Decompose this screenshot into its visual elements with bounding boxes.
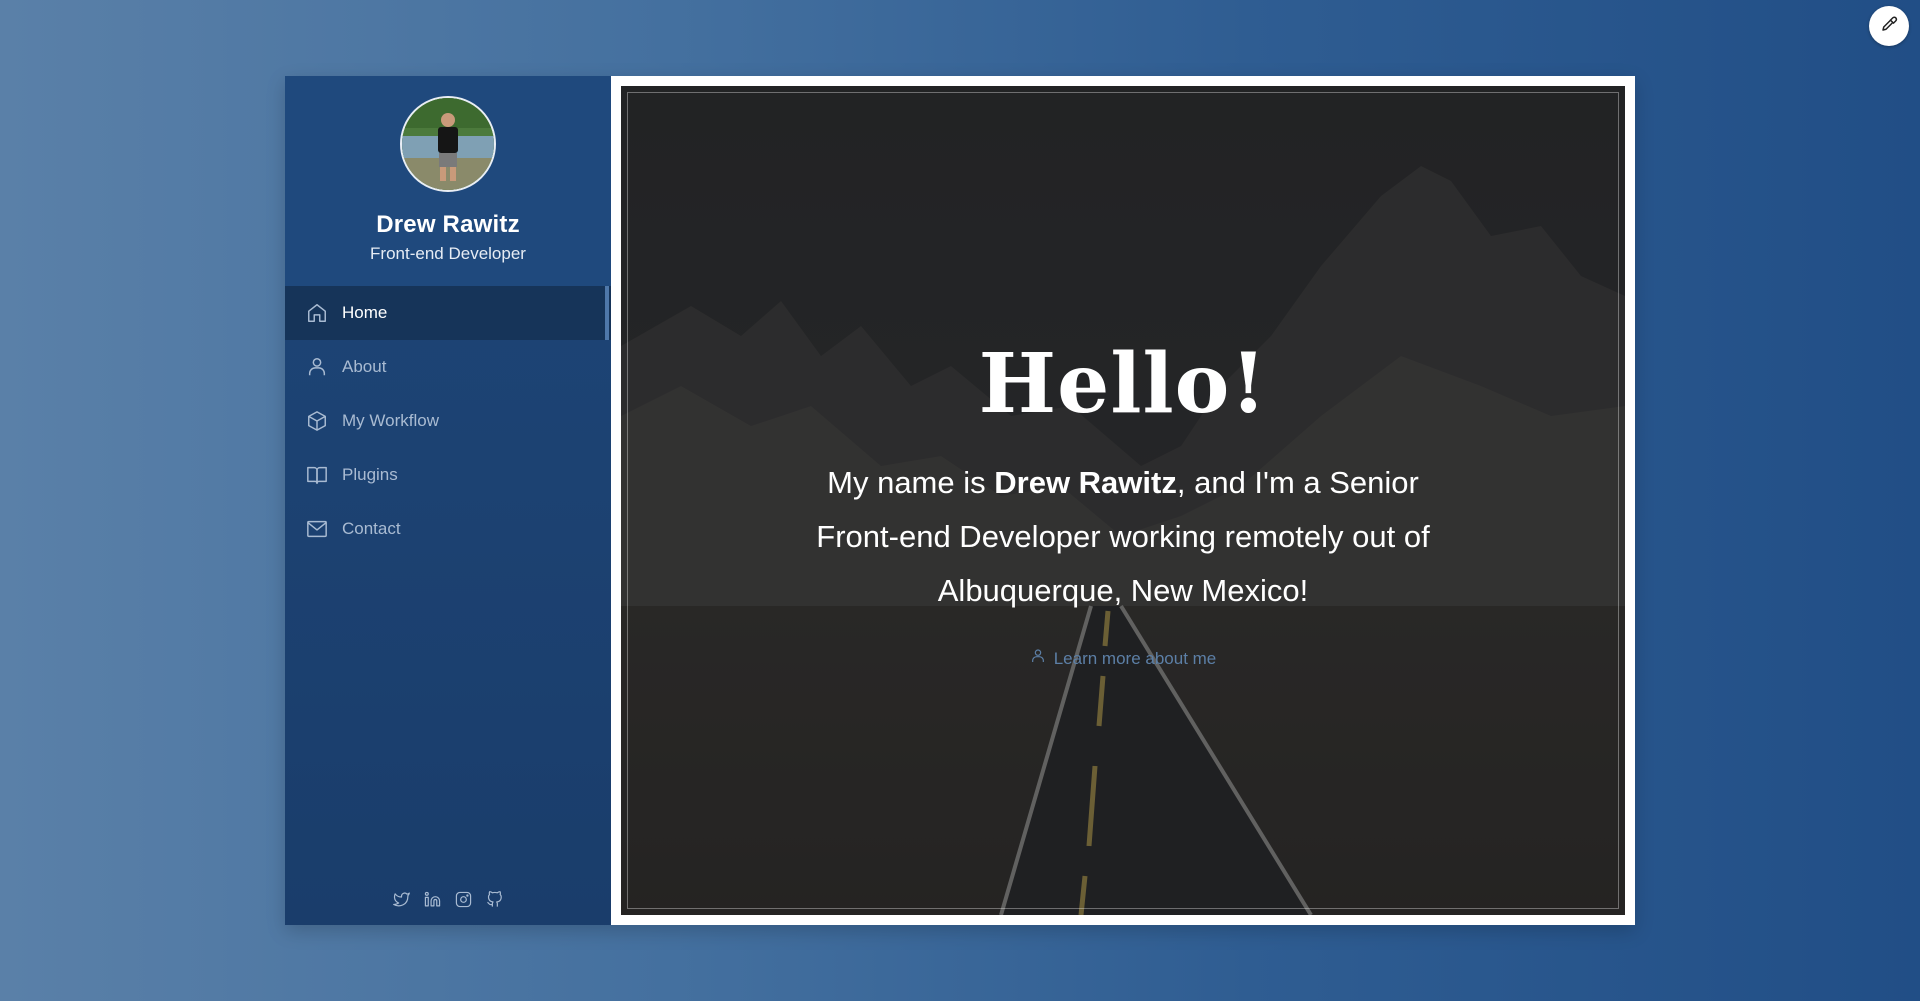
main-panel: Hello! My name is Drew Rawitz, and I'm a… [611,76,1635,925]
twitter-icon[interactable] [392,889,412,909]
nav-item-my-workflow[interactable]: My Workflow [285,394,611,448]
main-nav: Home About My Workflow Plugins Contact [285,286,611,556]
profile-name: Drew Rawitz [376,211,520,238]
nav-label-contact: Contact [342,519,401,538]
user-icon [1030,648,1046,669]
home-icon [305,301,329,325]
nav-label-my-workflow: My Workflow [342,411,439,430]
avatar [400,96,496,192]
portfolio-card: Drew Rawitz Front-end Developer Home Abo… [285,76,1635,925]
mail-icon [305,517,329,541]
linkedin-icon[interactable] [423,889,443,909]
nav-item-about[interactable]: About [285,340,611,394]
box-icon [305,409,329,433]
nav-label-home: Home [342,303,388,322]
nav-item-contact[interactable]: Contact [285,502,611,556]
intro-prefix: My name is [827,465,995,500]
hero-content: Hello! My name is Drew Rawitz, and I'm a… [621,86,1625,915]
profile-role: Front-end Developer [370,244,526,263]
learn-more-label: Learn more about me [1053,648,1217,668]
hero-intro: My name is Drew Rawitz, and I'm a Senior… [803,456,1443,618]
intro-name: Drew Rawitz [994,465,1177,500]
user-icon [305,355,329,379]
instagram-icon[interactable] [454,889,474,909]
nav-label-plugins: Plugins [342,465,398,484]
social-links [285,889,611,909]
color-picker-button[interactable] [1869,6,1909,46]
sidebar: Drew Rawitz Front-end Developer Home Abo… [285,76,611,925]
book-icon [305,463,329,487]
hero-section: Hello! My name is Drew Rawitz, and I'm a… [621,86,1625,915]
hero-heading: Hello! [978,336,1268,432]
nav-label-about: About [342,357,387,376]
nav-item-plugins[interactable]: Plugins [285,448,611,502]
nav-item-home[interactable]: Home [285,286,611,340]
learn-more-link[interactable]: Learn more about me [1030,648,1217,669]
profile-header: Drew Rawitz Front-end Developer [285,76,611,286]
eyedropper-icon [1880,15,1898,38]
github-icon[interactable] [485,889,505,909]
